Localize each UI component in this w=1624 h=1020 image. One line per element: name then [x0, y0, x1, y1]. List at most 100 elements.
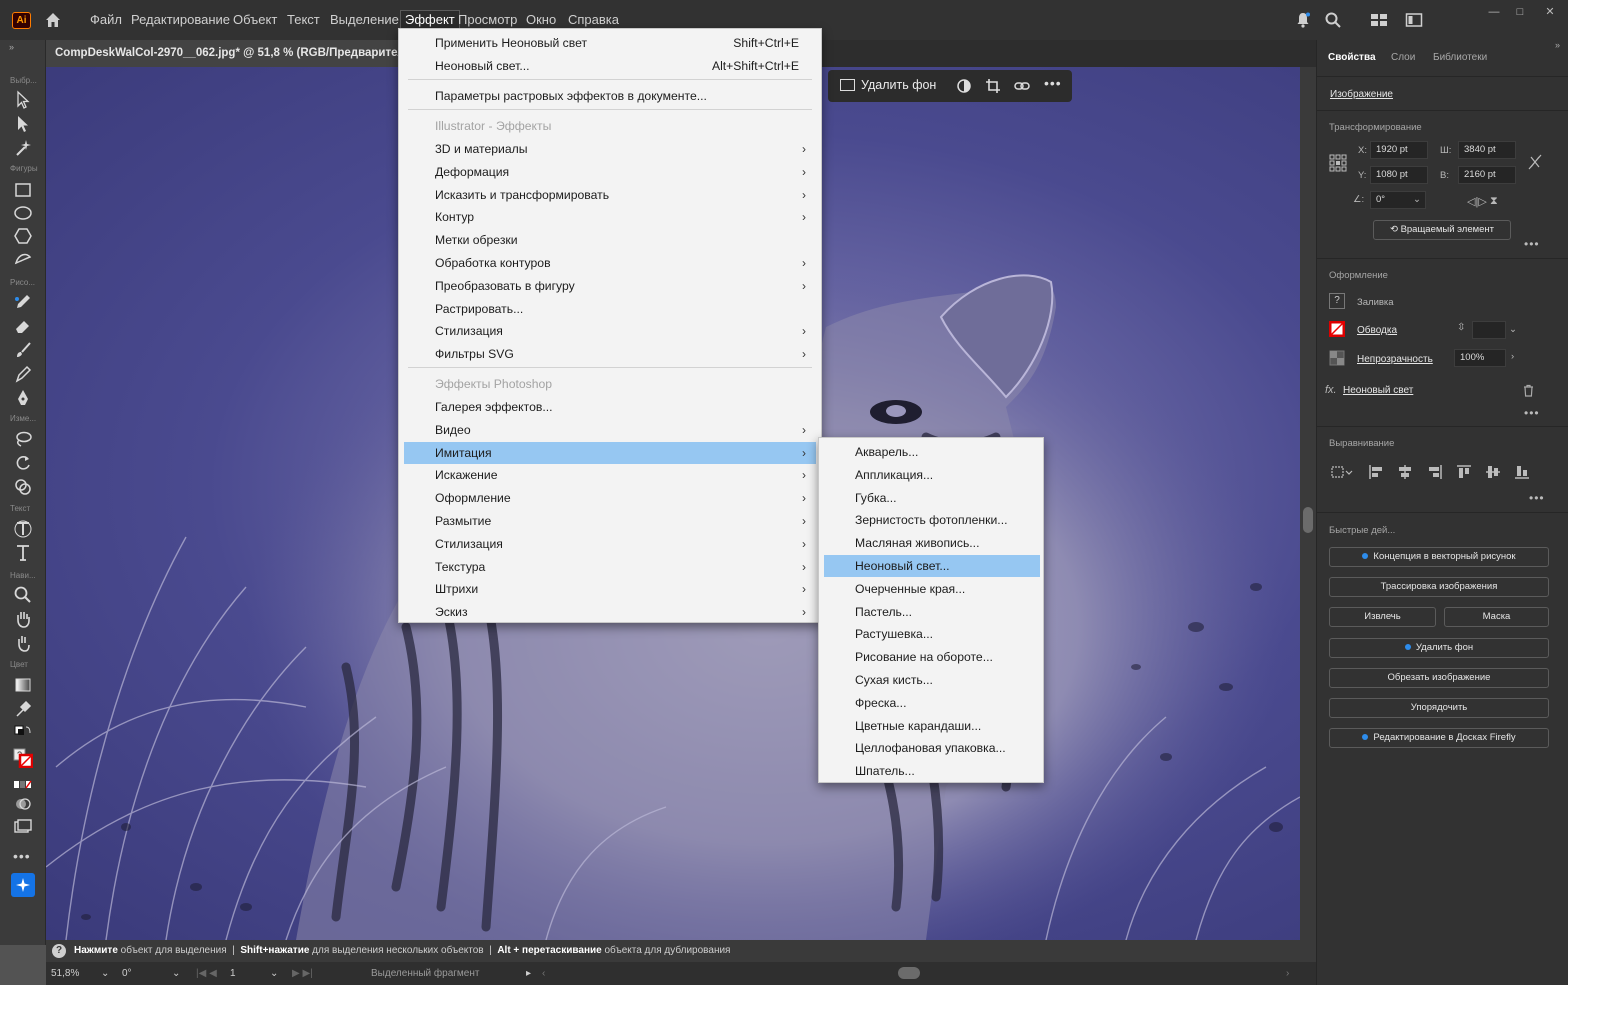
menu-item-photoshop-effect[interactable]: Эскиз ›	[404, 601, 816, 623]
scroll-right-icon[interactable]: ›	[1286, 962, 1289, 985]
stroke-link[interactable]: Обводка	[1357, 325, 1397, 336]
hand-tool-icon[interactable]	[13, 609, 33, 629]
help-icon[interactable]: ?	[52, 944, 66, 958]
y-field[interactable]: 1080 pt	[1370, 166, 1428, 184]
tab-properties[interactable]: Свойства	[1328, 52, 1376, 63]
draw-mode-icon[interactable]	[13, 794, 33, 814]
menu-item-illustrator-effect[interactable]: Контур ›	[404, 206, 816, 228]
stroke-dropdown-icon[interactable]: ⌄	[1509, 324, 1517, 335]
paintbrush-tool-icon[interactable]	[13, 340, 33, 360]
rotate-view-tool-icon[interactable]	[13, 633, 33, 653]
height-field[interactable]: 2160 pt	[1458, 166, 1516, 184]
constrain-proportions-icon[interactable]	[1527, 154, 1543, 170]
eyedropper-tool-icon[interactable]	[13, 699, 33, 719]
fill-swatch-icon[interactable]: ?	[1329, 293, 1345, 309]
maximize-button[interactable]: □	[1513, 6, 1527, 20]
menu-item-illustrator-effect[interactable]: Растрировать...	[404, 298, 816, 320]
rotate-tool-icon[interactable]	[13, 453, 33, 473]
menu-item-photoshop-effect[interactable]: Стилизация ›	[404, 533, 816, 555]
mask-icon[interactable]	[956, 78, 972, 94]
eraser-tool-icon[interactable]	[13, 316, 33, 336]
align-horizontal-center-icon[interactable]	[1397, 464, 1413, 480]
menu-item-illustrator-effect[interactable]: Исказить и трансформировать ›	[404, 184, 816, 206]
generative-ai-icon[interactable]	[11, 873, 35, 897]
image-trace-button[interactable]: Трассировка изображения	[1329, 577, 1549, 597]
align-right-icon[interactable]	[1427, 464, 1443, 480]
menu-item-illustrator-effect[interactable]: 3D и материалы ›	[404, 138, 816, 160]
menu-item-photoshop-effect[interactable]: Размытие ›	[404, 510, 816, 532]
width-field[interactable]: 3840 pt	[1458, 141, 1516, 159]
menu-item-apply-last-effect[interactable]: Применить Неоновый свет Shift+Ctrl+E	[404, 32, 816, 54]
rotatable-element-button[interactable]: ⟲ Вращаемый элемент	[1373, 220, 1511, 240]
reference-point-icon[interactable]	[1329, 154, 1347, 172]
shaper-tool-icon[interactable]	[13, 249, 33, 269]
effect-link[interactable]: Неоновый свет	[1343, 385, 1413, 396]
more-options-icon[interactable]: •••	[1044, 75, 1061, 91]
menu-item-illustrator-effect[interactable]: Преобразовать в фигуру ›	[404, 275, 816, 297]
magic-wand-tool-icon[interactable]	[13, 138, 33, 158]
tab-layers[interactable]: Слои	[1391, 52, 1415, 63]
more-tools-icon[interactable]: •••	[13, 848, 33, 868]
object-type-link[interactable]: Изображение	[1330, 89, 1393, 100]
artboard-number[interactable]: 1	[230, 962, 236, 985]
tab-libraries[interactable]: Библиотеки	[1433, 52, 1487, 63]
submenu-item[interactable]: Неоновый свет...	[824, 555, 1040, 577]
transform-more-icon[interactable]: •••	[1524, 237, 1540, 251]
menu-item-raster-settings[interactable]: Параметры растровых эффектов в документе…	[404, 85, 816, 107]
menu-object[interactable]: Объект	[229, 12, 281, 30]
zoom-tool-icon[interactable]	[13, 585, 33, 605]
remove-background-panel-button[interactable]: Удалить фон	[1329, 638, 1549, 658]
menu-item-last-effect[interactable]: Неоновый свет... Alt+Shift+Ctrl+E	[404, 55, 816, 77]
screen-mode-icon[interactable]	[13, 817, 33, 837]
panel-layout-icon[interactable]	[1405, 11, 1423, 29]
firefly-boards-button[interactable]: Редактирование в Досках Firefly	[1329, 728, 1549, 748]
trash-icon[interactable]	[1522, 384, 1535, 397]
align-vertical-center-icon[interactable]	[1485, 464, 1501, 480]
arrange-button[interactable]: Упорядочить	[1329, 698, 1549, 718]
mask-button[interactable]: Маска	[1444, 607, 1549, 627]
default-colors-icon[interactable]	[13, 724, 33, 744]
type-on-path-tool-icon[interactable]	[13, 519, 33, 539]
rectangle-tool-icon[interactable]	[13, 180, 33, 200]
horizontal-scroll-thumb[interactable]	[898, 967, 920, 979]
flip-horizontal-icon[interactable]: ◁|▷	[1467, 195, 1487, 208]
close-button[interactable]: ✕	[1543, 6, 1557, 20]
link-icon[interactable]	[1014, 78, 1030, 94]
submenu-item[interactable]: Целлофановая упаковка...	[824, 737, 1040, 759]
menu-item-illustrator-effect[interactable]: Обработка контуров ›	[404, 252, 816, 274]
align-top-icon[interactable]	[1456, 464, 1472, 480]
lasso-tool-icon[interactable]	[13, 429, 33, 449]
submenu-item[interactable]: Сухая кисть...	[824, 669, 1040, 691]
crop-icon[interactable]	[985, 78, 1001, 94]
collapse-toolbar-icon[interactable]: »	[9, 42, 14, 52]
pencil-tool-icon[interactable]	[13, 292, 33, 312]
remove-background-button[interactable]: Удалить фон	[840, 78, 936, 92]
gradient-tool-icon[interactable]	[13, 675, 33, 695]
submenu-item[interactable]: Губка...	[824, 487, 1040, 509]
zoom-dropdown-icon[interactable]: ⌄	[101, 962, 109, 985]
extract-button[interactable]: Извлечь	[1329, 607, 1436, 627]
menu-item-photoshop-effect[interactable]: Галерея эффектов...	[404, 396, 816, 418]
menu-item-photoshop-effect[interactable]: Видео ›	[404, 419, 816, 441]
direct-selection-tool-icon[interactable]	[13, 114, 33, 134]
color-mode-icon[interactable]	[13, 775, 33, 795]
submenu-item[interactable]: Рисование на обороте...	[824, 646, 1040, 668]
menu-file[interactable]: Файл	[86, 12, 126, 30]
flip-vertical-icon[interactable]: ⧗	[1490, 195, 1498, 208]
pen-tool-icon[interactable]	[13, 388, 33, 408]
fill-stroke-icon[interactable]: ?	[13, 748, 34, 769]
canvas-vertical-scrollbar[interactable]	[1300, 67, 1316, 945]
menu-item-illustrator-effect[interactable]: Фильтры SVG ›	[404, 343, 816, 365]
rotation-dropdown-icon[interactable]: ⌄	[172, 962, 180, 985]
last-artboard-icon[interactable]: ▶ ▶|	[292, 962, 313, 985]
search-icon[interactable]	[1324, 11, 1342, 29]
align-more-icon[interactable]: •••	[1529, 491, 1545, 505]
menu-edit[interactable]: Редактирование	[127, 12, 234, 30]
submenu-item[interactable]: Цветные карандаши...	[824, 715, 1040, 737]
fx-icon[interactable]: fx.	[1325, 384, 1337, 396]
angle-dropdown-icon[interactable]: ⌄	[1413, 194, 1421, 205]
notification-bell-icon[interactable]	[1294, 11, 1312, 29]
submenu-item[interactable]: Пастель...	[824, 601, 1040, 623]
menu-item-photoshop-effect[interactable]: Текстура ›	[404, 556, 816, 578]
document-tab[interactable]: CompDeskWalCol-2970__062.jpg* @ 51,8 % (…	[46, 40, 406, 67]
